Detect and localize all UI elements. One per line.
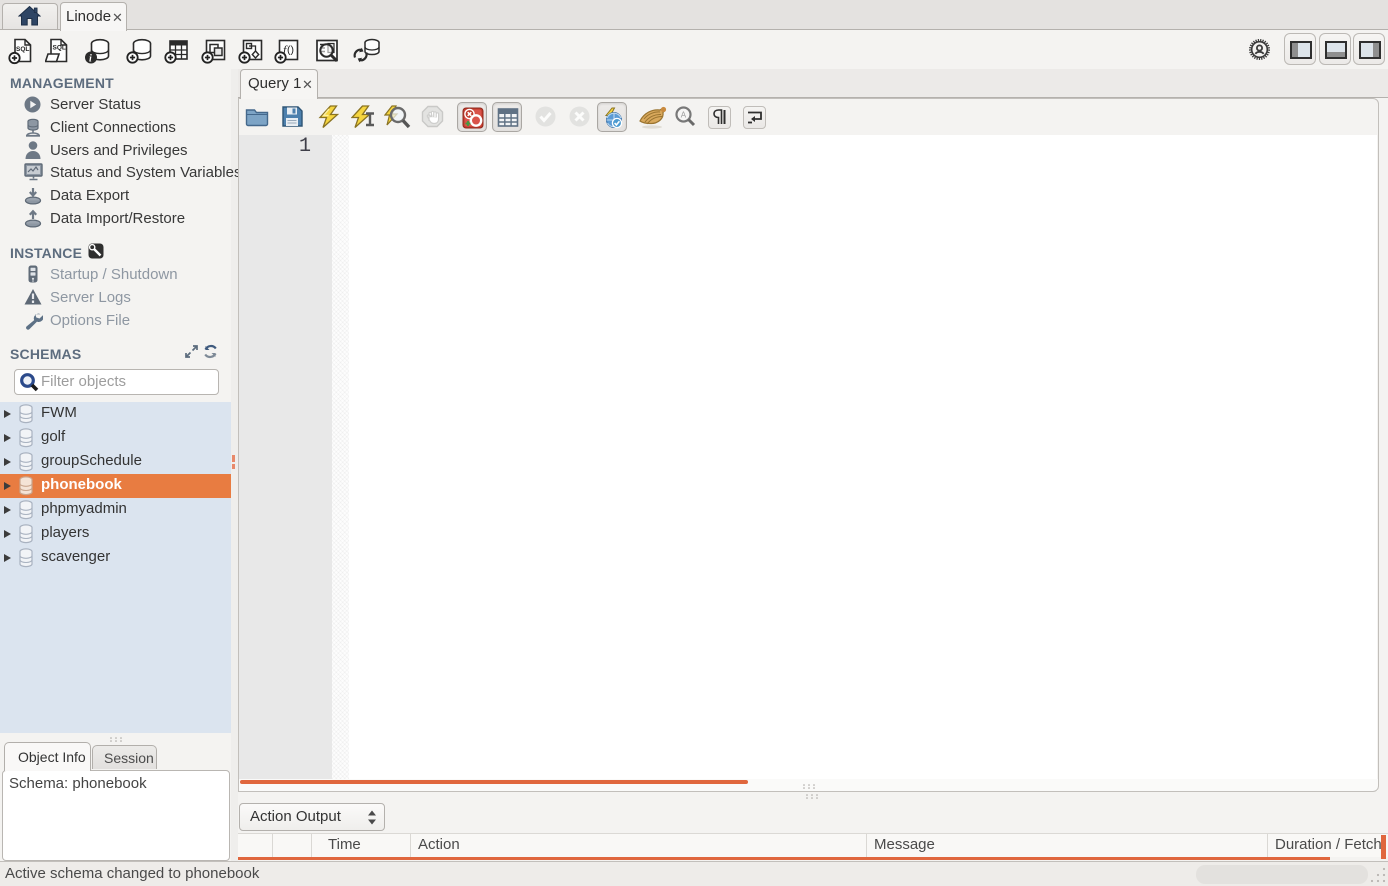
svg-text:SQL: SQL xyxy=(16,46,29,53)
svg-text:(): () xyxy=(287,44,294,56)
svg-text:i: i xyxy=(89,53,92,64)
svg-text:SQL: SQL xyxy=(53,45,66,52)
